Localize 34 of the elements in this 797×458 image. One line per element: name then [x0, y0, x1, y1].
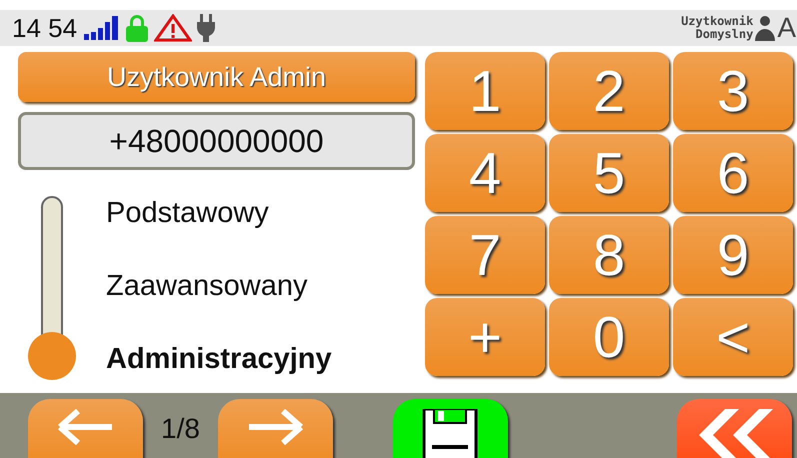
edge-letter: A — [777, 12, 796, 44]
level-label[interactable]: Podstawowy — [106, 194, 332, 233]
exit-button[interactable] — [677, 399, 792, 458]
keypad-key[interactable]: + — [425, 298, 545, 376]
clock: 14 54 — [12, 12, 78, 44]
level-label[interactable]: Administracyjny — [106, 340, 332, 379]
keypad-key[interactable]: 1 — [425, 52, 545, 130]
user-name: Uzytkownik Domyslny — [681, 15, 754, 41]
page-counter: 1/8 — [161, 413, 200, 445]
person-icon — [755, 15, 776, 41]
signal-icon — [84, 16, 120, 40]
keypad-key[interactable]: 8 — [549, 216, 669, 294]
warning-icon — [154, 14, 192, 42]
forward-button[interactable] — [218, 399, 333, 458]
keypad-key[interactable]: 3 — [673, 52, 793, 130]
keypad-key[interactable]: 9 — [673, 216, 793, 294]
level-label[interactable]: Zaawansowany — [106, 267, 332, 306]
keypad-key[interactable]: 6 — [673, 134, 793, 212]
save-button[interactable] — [392, 399, 508, 458]
level-slider[interactable] — [28, 196, 76, 380]
right-arrow-icon — [247, 409, 304, 445]
lock-icon — [125, 14, 150, 42]
keypad-key[interactable]: 5 — [549, 134, 669, 212]
keypad-key[interactable]: 0 — [549, 298, 669, 376]
keypad-key[interactable]: 7 — [425, 216, 545, 294]
keypad-key[interactable]: 4 — [425, 134, 545, 212]
phone-field[interactable]: +48000000000 — [18, 112, 415, 170]
user-button[interactable]: Uzytkownik Admin — [18, 52, 415, 102]
keypad-key[interactable]: < — [673, 298, 793, 376]
slider-thumb[interactable] — [28, 332, 76, 380]
keypad-key[interactable]: 2 — [549, 52, 669, 130]
left-arrow-icon — [58, 409, 114, 445]
plug-icon — [197, 14, 216, 42]
back-button[interactable] — [28, 399, 143, 458]
